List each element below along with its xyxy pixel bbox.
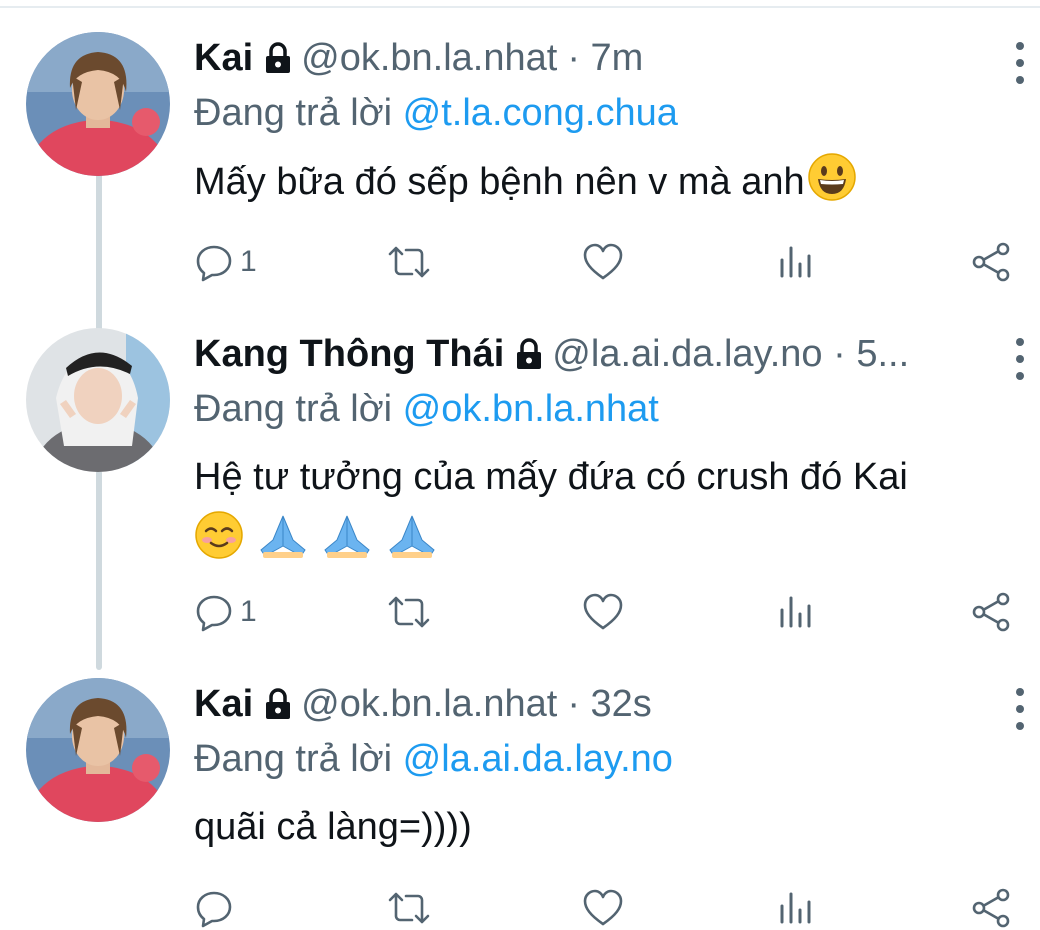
avatar-kai[interactable] — [26, 678, 170, 822]
tweet-text-content: Mấy bữa đó sếp bệnh nên v mà anh — [194, 161, 805, 203]
tweet[interactable]: Kang Thông Thái @la.ai.da.lay.no · 5... … — [0, 326, 1040, 666]
more-vertical-icon[interactable] — [1008, 688, 1032, 730]
timestamp[interactable]: · 32s — [567, 683, 651, 726]
reply-icon — [196, 891, 232, 928]
tweet-actions: 1 — [0, 590, 1040, 634]
share-icon — [972, 888, 1010, 928]
grinning-face-icon — [807, 152, 857, 219]
tweet-text: Hệ tư tưởng của mấy đứa có crush đó Kai — [194, 448, 1016, 564]
lock-icon — [263, 42, 293, 74]
analytics-icon — [780, 596, 811, 628]
user-handle[interactable]: @ok.bn.la.nhat — [301, 37, 557, 80]
share-button[interactable] — [970, 590, 1012, 634]
more-vertical-icon[interactable] — [1008, 338, 1032, 380]
views-button[interactable] — [778, 886, 814, 930]
tweet-header: Kai @ok.bn.la.nhat · 32s — [194, 676, 976, 732]
mention-link[interactable]: @la.ai.da.lay.no — [403, 738, 673, 780]
heart-icon — [583, 889, 623, 926]
top-divider — [0, 6, 1040, 8]
like-button[interactable] — [582, 590, 624, 634]
mention-link[interactable]: @t.la.cong.chua — [403, 92, 678, 134]
analytics-icon — [780, 246, 811, 278]
share-button[interactable] — [970, 240, 1012, 284]
folded-hands-icon — [257, 510, 309, 577]
replying-to: Đang trả lời @t.la.cong.chua — [194, 92, 678, 135]
share-button[interactable] — [970, 886, 1012, 930]
replying-to: Đang trả lời @ok.bn.la.nhat — [194, 388, 659, 431]
avatar-kang[interactable] — [26, 328, 170, 472]
views-button[interactable] — [778, 590, 814, 634]
retweet-button[interactable] — [386, 886, 432, 930]
display-name[interactable]: Kai — [194, 37, 253, 80]
like-button[interactable] — [582, 240, 624, 284]
views-button[interactable] — [778, 240, 814, 284]
heart-icon — [583, 243, 623, 280]
user-handle[interactable]: @ok.bn.la.nhat — [301, 683, 557, 726]
reply-icon — [196, 595, 232, 632]
avatar-kai[interactable] — [26, 32, 170, 176]
user-handle[interactable]: @la.ai.da.lay.no · 5... — [552, 333, 909, 376]
folded-hands-icon — [386, 510, 438, 577]
display-name[interactable]: Kai — [194, 683, 253, 726]
retweet-icon — [388, 892, 430, 924]
retweet-button[interactable] — [386, 590, 432, 634]
tweet-text: quãi cả làng=)))) — [194, 798, 1016, 856]
tweet[interactable]: Kai @ok.bn.la.nhat · 7m Đang trả lời @t.… — [0, 30, 1040, 370]
tweet-actions: 1 — [0, 240, 1040, 284]
mention-link[interactable]: @ok.bn.la.nhat — [403, 388, 659, 430]
analytics-icon — [780, 892, 811, 924]
tweet[interactable]: Kai @ok.bn.la.nhat · 32s Đang trả lời @l… — [0, 676, 1040, 928]
tweet-text-content: Hệ tư tưởng của mấy đứa có crush đó Kai — [194, 456, 908, 498]
tweet-header: Kai @ok.bn.la.nhat · 7m — [194, 30, 976, 86]
reply-button[interactable]: 1 — [194, 240, 257, 284]
timestamp[interactable]: · 7m — [567, 37, 643, 80]
reply-count: 1 — [240, 245, 257, 278]
tweet-text-content: quãi cả làng=)))) — [194, 806, 472, 848]
share-icon — [972, 592, 1010, 632]
replying-label: Đang trả lời — [194, 92, 393, 134]
tweet-header: Kang Thông Thái @la.ai.da.lay.no · 5... — [194, 326, 976, 382]
replying-label: Đang trả lời — [194, 388, 393, 430]
tweet-actions — [0, 886, 1040, 930]
heart-icon — [583, 593, 623, 630]
lock-icon — [263, 688, 293, 720]
replying-to: Đang trả lời @la.ai.da.lay.no — [194, 738, 673, 781]
smiling-face-icon — [194, 510, 244, 577]
like-button[interactable] — [582, 886, 624, 930]
display-name[interactable]: Kang Thông Thái — [194, 333, 504, 376]
share-icon — [972, 242, 1010, 282]
reply-count: 1 — [240, 595, 257, 628]
folded-hands-icon — [321, 510, 373, 577]
retweet-icon — [388, 246, 430, 278]
reply-button[interactable] — [194, 886, 234, 930]
retweet-icon — [388, 596, 430, 628]
reply-button[interactable]: 1 — [194, 590, 257, 634]
tweet-text: Mấy bữa đó sếp bệnh nên v mà anh — [194, 152, 1016, 219]
retweet-button[interactable] — [386, 240, 432, 284]
more-vertical-icon[interactable] — [1008, 42, 1032, 84]
lock-icon — [514, 338, 544, 370]
reply-icon — [196, 245, 232, 282]
replying-label: Đang trả lời — [194, 738, 393, 780]
